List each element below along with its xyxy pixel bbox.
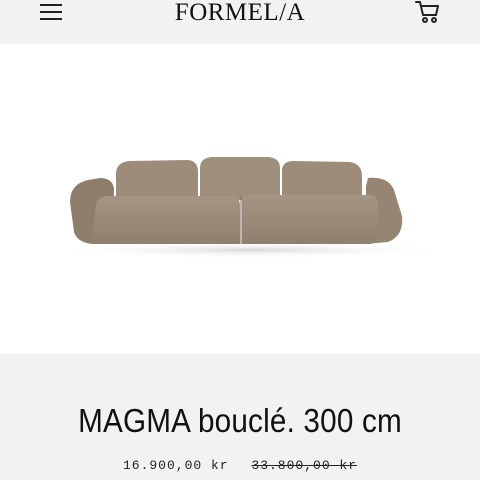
price-row: 16.900,00 kr 33.800,00 kr xyxy=(0,458,480,473)
compare-at-price: 33.800,00 kr xyxy=(251,458,358,473)
product-image[interactable] xyxy=(0,44,480,354)
product-title: MAGMA bouclé. 300 cm xyxy=(78,402,402,439)
sale-price: 16.900,00 kr xyxy=(122,458,229,473)
product-info: MAGMA bouclé. 300 cm 16.900,00 kr 33.800… xyxy=(0,354,480,480)
brand-logo[interactable]: FORMEL/A xyxy=(0,0,480,27)
shopping-cart-icon[interactable] xyxy=(414,0,442,26)
site-header: FORMEL/A xyxy=(0,0,480,44)
